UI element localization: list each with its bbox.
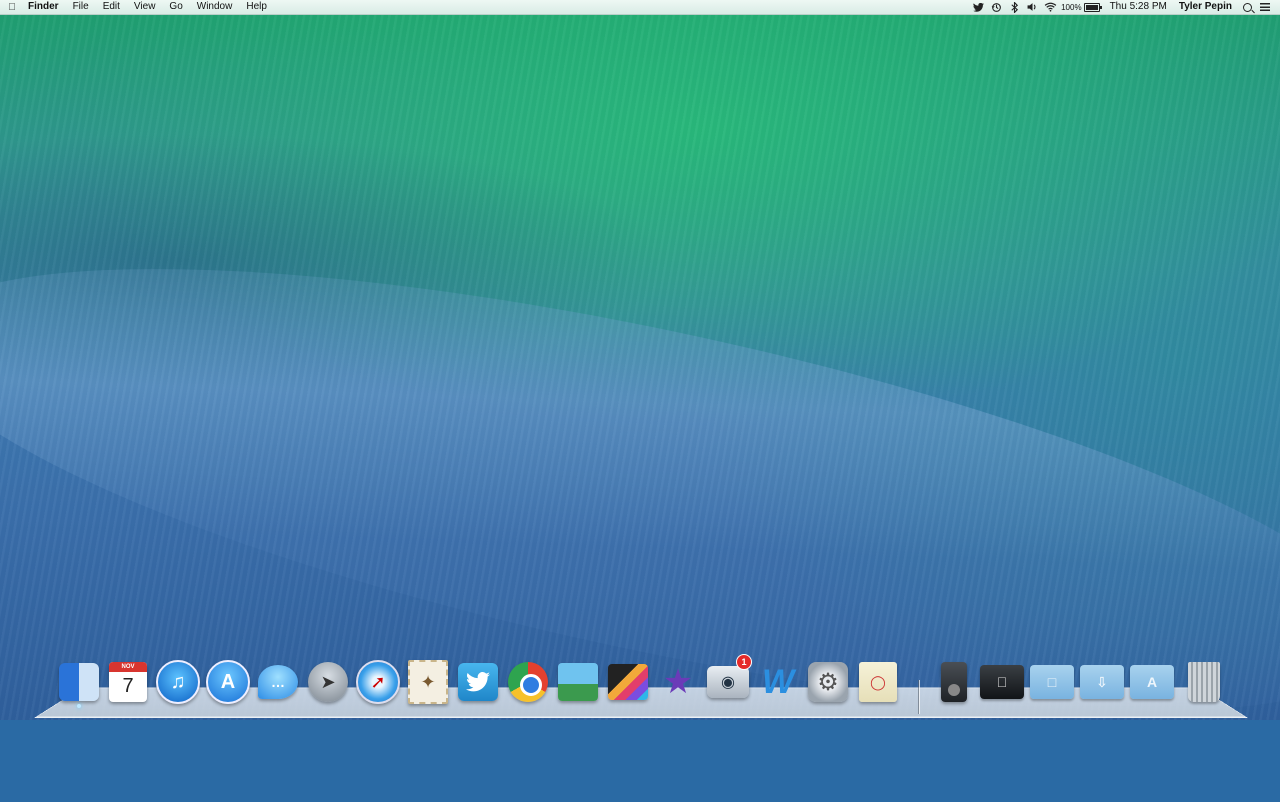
mail-icon: ✦ [408, 660, 448, 704]
twitter-icon[interactable] [969, 0, 987, 14]
dock-facetime[interactable]: ◉ 1 [706, 654, 752, 704]
battery-icon[interactable] [1083, 2, 1102, 12]
menu-bar:  Finder File Edit View Go Window Help 1… [0, 0, 1280, 15]
dock-itunes[interactable]: ♫ [156, 660, 200, 704]
launchpad-icon: ➤ [308, 662, 348, 702]
running-indicator [77, 704, 81, 708]
gear-icon: ⚙ [808, 662, 848, 702]
apple-menu-icon[interactable]:  [0, 2, 24, 13]
dock-system-preferences[interactable]: ⚙ [806, 660, 850, 704]
calendar-day: 7 [122, 675, 134, 697]
wallpaper-texture [0, 0, 1280, 720]
spotlight-icon[interactable] [1238, 0, 1256, 14]
menu-window[interactable]: Window [190, 0, 240, 14]
notification-center-icon[interactable] [1256, 0, 1274, 14]
dock-chrome[interactable] [506, 660, 550, 704]
dock-imovie[interactable]: ★ [656, 660, 700, 704]
twitter-app-icon [458, 663, 498, 701]
dock-separator [918, 680, 919, 714]
menu-clock[interactable]: Thu 5:28 PM [1104, 0, 1173, 14]
dock-documents-folder[interactable]: □ [1030, 660, 1074, 704]
word-icon: W [761, 662, 795, 701]
menu-user[interactable]: Tyler Pepin [1173, 0, 1238, 14]
menu-go[interactable]: Go [162, 0, 189, 14]
dock-downloads-folder[interactable]: ⇩ [1080, 660, 1124, 704]
dock-launchpad[interactable]: ➤ [306, 660, 350, 704]
menu-view[interactable]: View [127, 0, 163, 14]
finder-icon [59, 663, 99, 701]
dock-preview[interactable]: ◯ [856, 660, 900, 704]
dock-safari[interactable]: ➚ [356, 660, 400, 704]
battery-percent[interactable]: 100% [1059, 3, 1081, 12]
volume-icon[interactable] [1023, 0, 1041, 14]
dock-iphoto[interactable] [556, 660, 600, 704]
dock-applications-folder[interactable]: A [1130, 660, 1174, 704]
bluetooth-icon[interactable] [1005, 0, 1023, 14]
itunes-icon: ♫ [156, 660, 200, 704]
menu-file[interactable]: File [66, 0, 96, 14]
ipod-icon [941, 662, 967, 702]
facetime-badge: 1 [736, 654, 752, 670]
imovie-star-icon: ★ [662, 663, 694, 701]
dock-word[interactable]: W [756, 660, 800, 704]
preview-icon: ◯ [859, 662, 897, 702]
calendar-month: NOV [109, 662, 147, 672]
safari-icon: ➚ [356, 660, 400, 704]
trash-icon [1188, 662, 1220, 702]
iphoto-icon [558, 663, 598, 701]
app-store-icon: A [206, 660, 250, 704]
facetime-icon: ◉ [707, 666, 749, 698]
dock-trash[interactable] [1182, 660, 1226, 704]
dock-messages[interactable]: … [256, 660, 300, 704]
wifi-icon[interactable] [1041, 0, 1059, 14]
desktop-wallpaper [0, 0, 1280, 802]
dock-ipod[interactable] [932, 660, 976, 704]
menu-help[interactable]: Help [239, 0, 274, 14]
apple-folder-icon:  [980, 665, 1024, 699]
dock-mail[interactable]: ✦ [406, 660, 450, 704]
time-machine-icon[interactable] [987, 0, 1005, 14]
final-cut-pro-icon [608, 664, 648, 700]
menu-edit[interactable]: Edit [96, 0, 127, 14]
dock-final-cut-pro[interactable] [606, 660, 650, 704]
documents-folder-icon: □ [1030, 665, 1074, 699]
dock-app-store[interactable]: A [206, 660, 250, 704]
calendar-icon: NOV 7 [109, 662, 147, 702]
dock-twitter[interactable] [456, 660, 500, 704]
dock-finder[interactable] [57, 660, 101, 708]
dock-calendar[interactable]: NOV 7 [106, 660, 150, 704]
downloads-folder-icon: ⇩ [1080, 665, 1124, 699]
messages-icon: … [258, 665, 298, 699]
dock-apple-folder[interactable]:  [980, 660, 1024, 704]
applications-folder-icon: A [1130, 665, 1174, 699]
menu-app-name[interactable]: Finder [24, 0, 66, 14]
dock: NOV 7 ♫ A … ➤ ➚ ✦ ★ ◉ 1 W ⚙ ◯ □ ⇩ A [0, 654, 1280, 716]
chrome-icon [508, 662, 548, 702]
